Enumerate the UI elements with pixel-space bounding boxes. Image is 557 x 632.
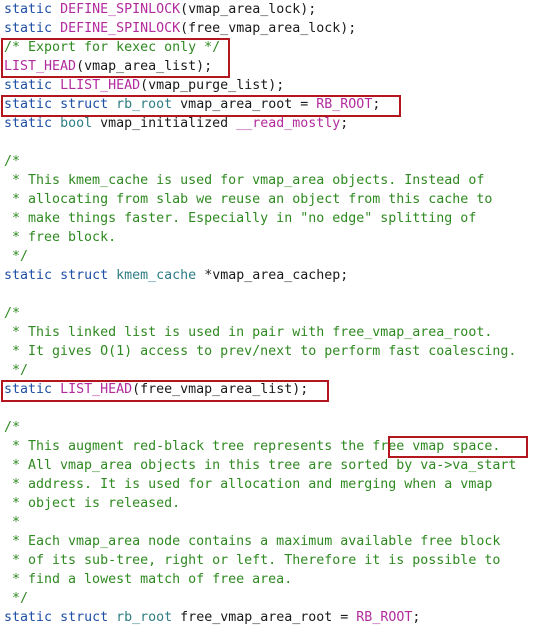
highlight-box-free-vmap-area-list <box>1 380 329 402</box>
highlight-box-free-vmap-space <box>388 436 528 458</box>
code-token: */ <box>4 591 29 606</box>
code-token: * allocating from slab we reuse an objec… <box>4 192 493 207</box>
code-line: * This kmem_cache is used for vmap_area … <box>4 171 557 190</box>
code-token: * This kmem_cache is used for vmap_area … <box>4 173 485 188</box>
code-line: static struct rb_root free_vmap_area_roo… <box>4 608 557 627</box>
code-line: */ <box>4 589 557 608</box>
code-token: *vmap_area_cachep; <box>196 268 349 283</box>
code-line: * of its sub-tree, right or left. Theref… <box>4 551 557 570</box>
code-token: LLIST_HEAD <box>60 78 141 93</box>
code-line: * Each vmap_area node contains a maximum… <box>4 532 557 551</box>
code-token: * <box>4 515 21 530</box>
code-token: struct <box>60 610 109 625</box>
code-token: */ <box>4 249 29 264</box>
code-token: * Each vmap_area node contains a maximum… <box>4 534 501 549</box>
code-token: RB_ROOT <box>356 610 413 625</box>
code-token: bool <box>60 116 93 131</box>
code-line: * All vmap_area objects in this tree are… <box>4 456 557 475</box>
code-token: kmem_cache <box>116 268 197 283</box>
code-token: * This linked list is used in pair with … <box>4 325 493 340</box>
code-token: DEFINE_SPINLOCK <box>60 21 181 36</box>
code-token: vmap_initialized <box>92 116 237 131</box>
code-line: */ <box>4 247 557 266</box>
code-token: DEFINE_SPINLOCK <box>60 2 181 17</box>
code-line: * allocating from slab we reuse an objec… <box>4 190 557 209</box>
code-line: static LLIST_HEAD(vmap_purge_list); <box>4 76 557 95</box>
code-token: * address. It is used for allocation and… <box>4 477 493 492</box>
code-line: * This linked list is used in pair with … <box>4 323 557 342</box>
code-line: /* <box>4 418 557 437</box>
code-token: /* <box>4 420 21 435</box>
code-token: free_vmap_area_root = <box>172 610 357 625</box>
code-token: static <box>4 2 53 17</box>
code-token: static <box>4 78 53 93</box>
code-token: * find a lowest match of free area. <box>4 572 293 587</box>
code-token: */ <box>4 363 29 378</box>
code-token: rb_root <box>116 610 173 625</box>
code-token: /* <box>4 306 21 321</box>
code-token: * free block. <box>4 230 117 245</box>
highlight-box-export-comment <box>1 38 230 78</box>
code-token: * object is released. <box>4 496 181 511</box>
code-token: (vmap_area_lock); <box>180 2 317 17</box>
code-token: static <box>4 116 53 131</box>
code-line: static DEFINE_SPINLOCK(free_vmap_area_lo… <box>4 19 557 38</box>
code-line: static DEFINE_SPINLOCK(vmap_area_lock); <box>4 0 557 19</box>
code-token: * All vmap_area objects in this tree are… <box>4 458 517 473</box>
code-token: struct <box>60 268 109 283</box>
code-line: /* <box>4 152 557 171</box>
highlight-box-vmap-area-root <box>1 95 401 117</box>
code-line: * free block. <box>4 228 557 247</box>
code-token: ; <box>340 116 349 131</box>
code-token: * It gives O(1) access to prev/next to p… <box>4 344 517 359</box>
code-token: static <box>4 21 53 36</box>
code-token: static <box>4 268 53 283</box>
code-line: * object is released. <box>4 494 557 513</box>
code-token: (free_vmap_area_lock); <box>180 21 357 36</box>
code-token: static <box>4 610 53 625</box>
code-token: * of its sub-tree, right or left. Theref… <box>4 553 501 568</box>
code-line: * address. It is used for allocation and… <box>4 475 557 494</box>
code-line: * find a lowest match of free area. <box>4 570 557 589</box>
code-line: * It gives O(1) access to prev/next to p… <box>4 342 557 361</box>
code-token: /* <box>4 154 21 169</box>
code-line: * <box>4 513 557 532</box>
code-line: static struct kmem_cache *vmap_area_cach… <box>4 266 557 285</box>
code-token: (vmap_purge_list); <box>140 78 285 93</box>
code-token: * make things faster. Especially in "no … <box>4 211 477 226</box>
code-token: ; <box>412 610 421 625</box>
code-token: __read_mostly <box>236 116 341 131</box>
code-line: * make things faster. Especially in "no … <box>4 209 557 228</box>
code-line: */ <box>4 361 557 380</box>
code-line: /* <box>4 304 557 323</box>
